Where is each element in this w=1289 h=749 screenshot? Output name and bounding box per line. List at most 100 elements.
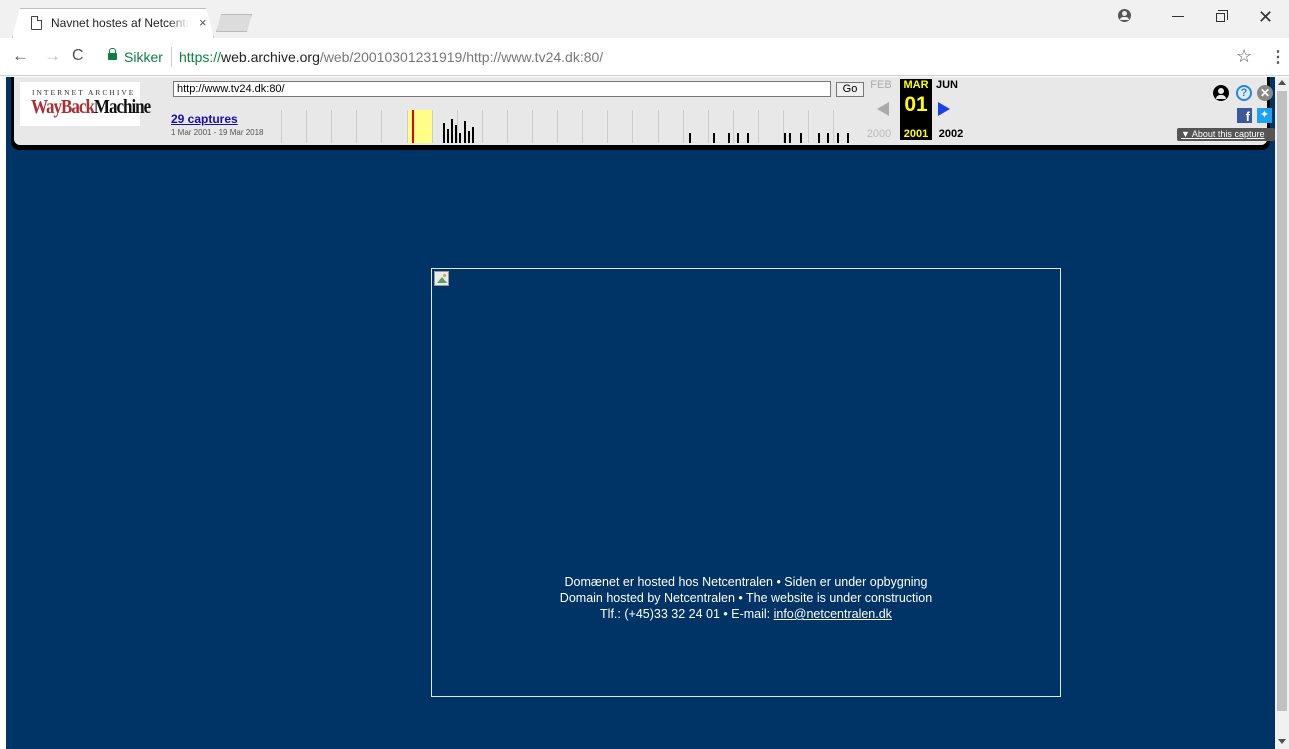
help-icon[interactable]: ? [1236, 85, 1252, 101]
sparkline-capture-tick [455, 125, 457, 143]
close-window-icon[interactable]: ✕ [1258, 8, 1273, 26]
sparkline-year-column[interactable] [481, 110, 507, 143]
facebook-icon[interactable]: f [1237, 108, 1252, 124]
new-tab-button[interactable] [216, 14, 252, 32]
sparkline-capture-tick [747, 133, 749, 143]
notice-text: Domænet er hosted hos Netcentralen • Sid… [432, 574, 1060, 622]
sparkline-capture-tick [784, 133, 786, 143]
year-current: 2001 [900, 128, 932, 140]
month-next[interactable]: JUN [935, 79, 959, 91]
scroll-up-arrow-icon[interactable] [1278, 80, 1286, 85]
month-prev[interactable]: FEB [869, 79, 893, 91]
sparkline-capture-tick [468, 131, 470, 143]
wayback-go-button[interactable]: Go [836, 82, 864, 97]
month-current: MAR [900, 79, 932, 91]
about-capture-button[interactable]: ▼ About this capture [1177, 128, 1275, 141]
tab-close-icon[interactable]: × [199, 15, 207, 30]
year-prev[interactable]: 2000 [863, 128, 895, 140]
browser-tab[interactable]: Navnet hostes af Netcentralen × [12, 8, 214, 38]
wayback-logo[interactable]: INTERNET ARCHIVE WayBackMachine [20, 82, 151, 126]
divider [171, 47, 172, 67]
sparkline-capture-tick [800, 133, 802, 143]
address-bar[interactable]: https://web.archive.org/web/200103012319… [179, 49, 603, 65]
profile-icon[interactable] [1118, 9, 1131, 22]
email-link[interactable]: info@netcentralen.dk [774, 607, 892, 621]
browser-menu-icon[interactable]: ⋮ [1270, 47, 1286, 67]
year-next[interactable]: 2002 [935, 128, 967, 140]
sparkline-capture-tick [443, 123, 445, 143]
content-frame: Domænet er hosted hos Netcentralen • Sid… [431, 268, 1061, 697]
sparkline-year-column[interactable] [682, 110, 708, 143]
sparkline-year-column[interactable] [532, 110, 557, 143]
contact-line: Tlf.: (+45)33 32 24 01 • E-mail: info@ne… [432, 606, 1060, 622]
notice-line-english: Domain hosted by Netcentralen • The webs… [559, 591, 933, 605]
forward-arrow-icon[interactable]: → [44, 47, 61, 65]
minimize-icon[interactable] [1172, 16, 1184, 17]
sparkline-year-column[interactable] [331, 110, 356, 143]
sparkline-year-column[interactable] [356, 110, 381, 143]
sparkline-year-column[interactable] [783, 110, 808, 143]
twitter-icon[interactable]: ✦ [1257, 108, 1272, 123]
vertical-scrollbar[interactable] [1275, 77, 1289, 749]
captures-date-range: 1 Mar 2001 - 19 Mar 2018 [171, 128, 264, 137]
scroll-thumb[interactable] [1277, 91, 1287, 711]
captures-link[interactable]: 29 captures [171, 112, 238, 126]
sparkline-capture-tick [837, 133, 839, 143]
sparkline-capture-tick [789, 133, 791, 143]
wayback-logo-word-a: WayBack [31, 95, 95, 118]
sparkline-year-column[interactable] [306, 110, 331, 143]
sparkline-year-column[interactable] [582, 110, 607, 143]
sparkline-capture-tick [737, 133, 739, 143]
sparkline-capture-tick [472, 127, 474, 143]
maximize-icon[interactable] [1216, 10, 1228, 22]
notice-line-danish: Domænet er hosted hos Netcentralen • Sid… [564, 575, 928, 589]
next-capture-arrow-icon[interactable] [938, 102, 950, 116]
capture-sparkline[interactable] [281, 110, 859, 143]
wayback-toolbar: INTERNET ARCHIVE WayBackMachine http://w… [11, 77, 1275, 150]
sparkline-year-column[interactable] [607, 110, 632, 143]
sparkline-capture-tick [689, 133, 691, 143]
contact-phone: Tlf.: (+45)33 32 24 01 • E-mail: [600, 607, 774, 621]
sparkline-year-column[interactable] [632, 110, 657, 143]
browser-toolbar: ← → C Sikker https://web.archive.org/web… [0, 38, 1289, 76]
sparkline-capture-tick [464, 121, 466, 143]
about-capture-label: ▼ About this capture [1181, 129, 1265, 139]
wayback-logo-word-b: Machine [93, 95, 151, 118]
sparkline-capture-tick [451, 119, 453, 143]
url-path: /web/20010301231919/http://www.tv24.dk:8… [319, 49, 604, 65]
sparkline-capture-tick [818, 133, 820, 143]
bookmark-star-icon[interactable]: ☆ [1236, 46, 1252, 67]
sparkline-year-column[interactable] [557, 110, 582, 143]
lock-icon[interactable] [108, 48, 117, 60]
user-icon[interactable] [1213, 85, 1229, 101]
close-toolbar-icon[interactable]: ✕ [1257, 85, 1273, 101]
url-scheme: https:// [179, 49, 222, 65]
sparkline-capture-tick [728, 133, 730, 143]
prev-capture-arrow-icon [877, 102, 889, 116]
sparkline-year-column[interactable] [657, 110, 683, 143]
document-icon [31, 16, 42, 30]
wayback-logo-wordmark: WayBackMachine [31, 95, 151, 119]
sparkline-year-column[interactable] [506, 110, 532, 143]
sparkline-year-column[interactable] [381, 110, 406, 143]
broken-image-icon [434, 271, 449, 286]
wayback-toolbar-body: INTERNET ARCHIVE WayBackMachine http://w… [14, 77, 1275, 145]
reload-icon[interactable]: C [72, 47, 84, 65]
capture-day: 01 [904, 93, 928, 116]
sparkline-capture-tick [459, 133, 461, 143]
secure-label[interactable]: Sikker [124, 49, 163, 65]
sparkline-year-column[interactable] [406, 110, 432, 143]
url-host: web.archive.org [221, 49, 320, 65]
tab-title: Navnet hostes af Netcentralen [51, 16, 189, 30]
wayback-url-input[interactable]: http://www.tv24.dk:80/ [173, 81, 831, 97]
back-arrow-icon[interactable]: ← [12, 47, 29, 65]
sparkline-capture-tick [713, 133, 715, 143]
tab-strip: Navnet hostes af Netcentralen × ✕ [0, 0, 1289, 38]
sparkline-year-column[interactable] [281, 110, 306, 143]
scroll-down-arrow-icon[interactable] [1278, 739, 1286, 744]
sparkline-year-column[interactable] [808, 110, 833, 143]
sparkline-capture-tick [827, 133, 829, 143]
sparkline-year-column[interactable] [757, 110, 783, 143]
viewport-edge [0, 77, 6, 749]
sparkline-capture-tick [447, 129, 449, 143]
